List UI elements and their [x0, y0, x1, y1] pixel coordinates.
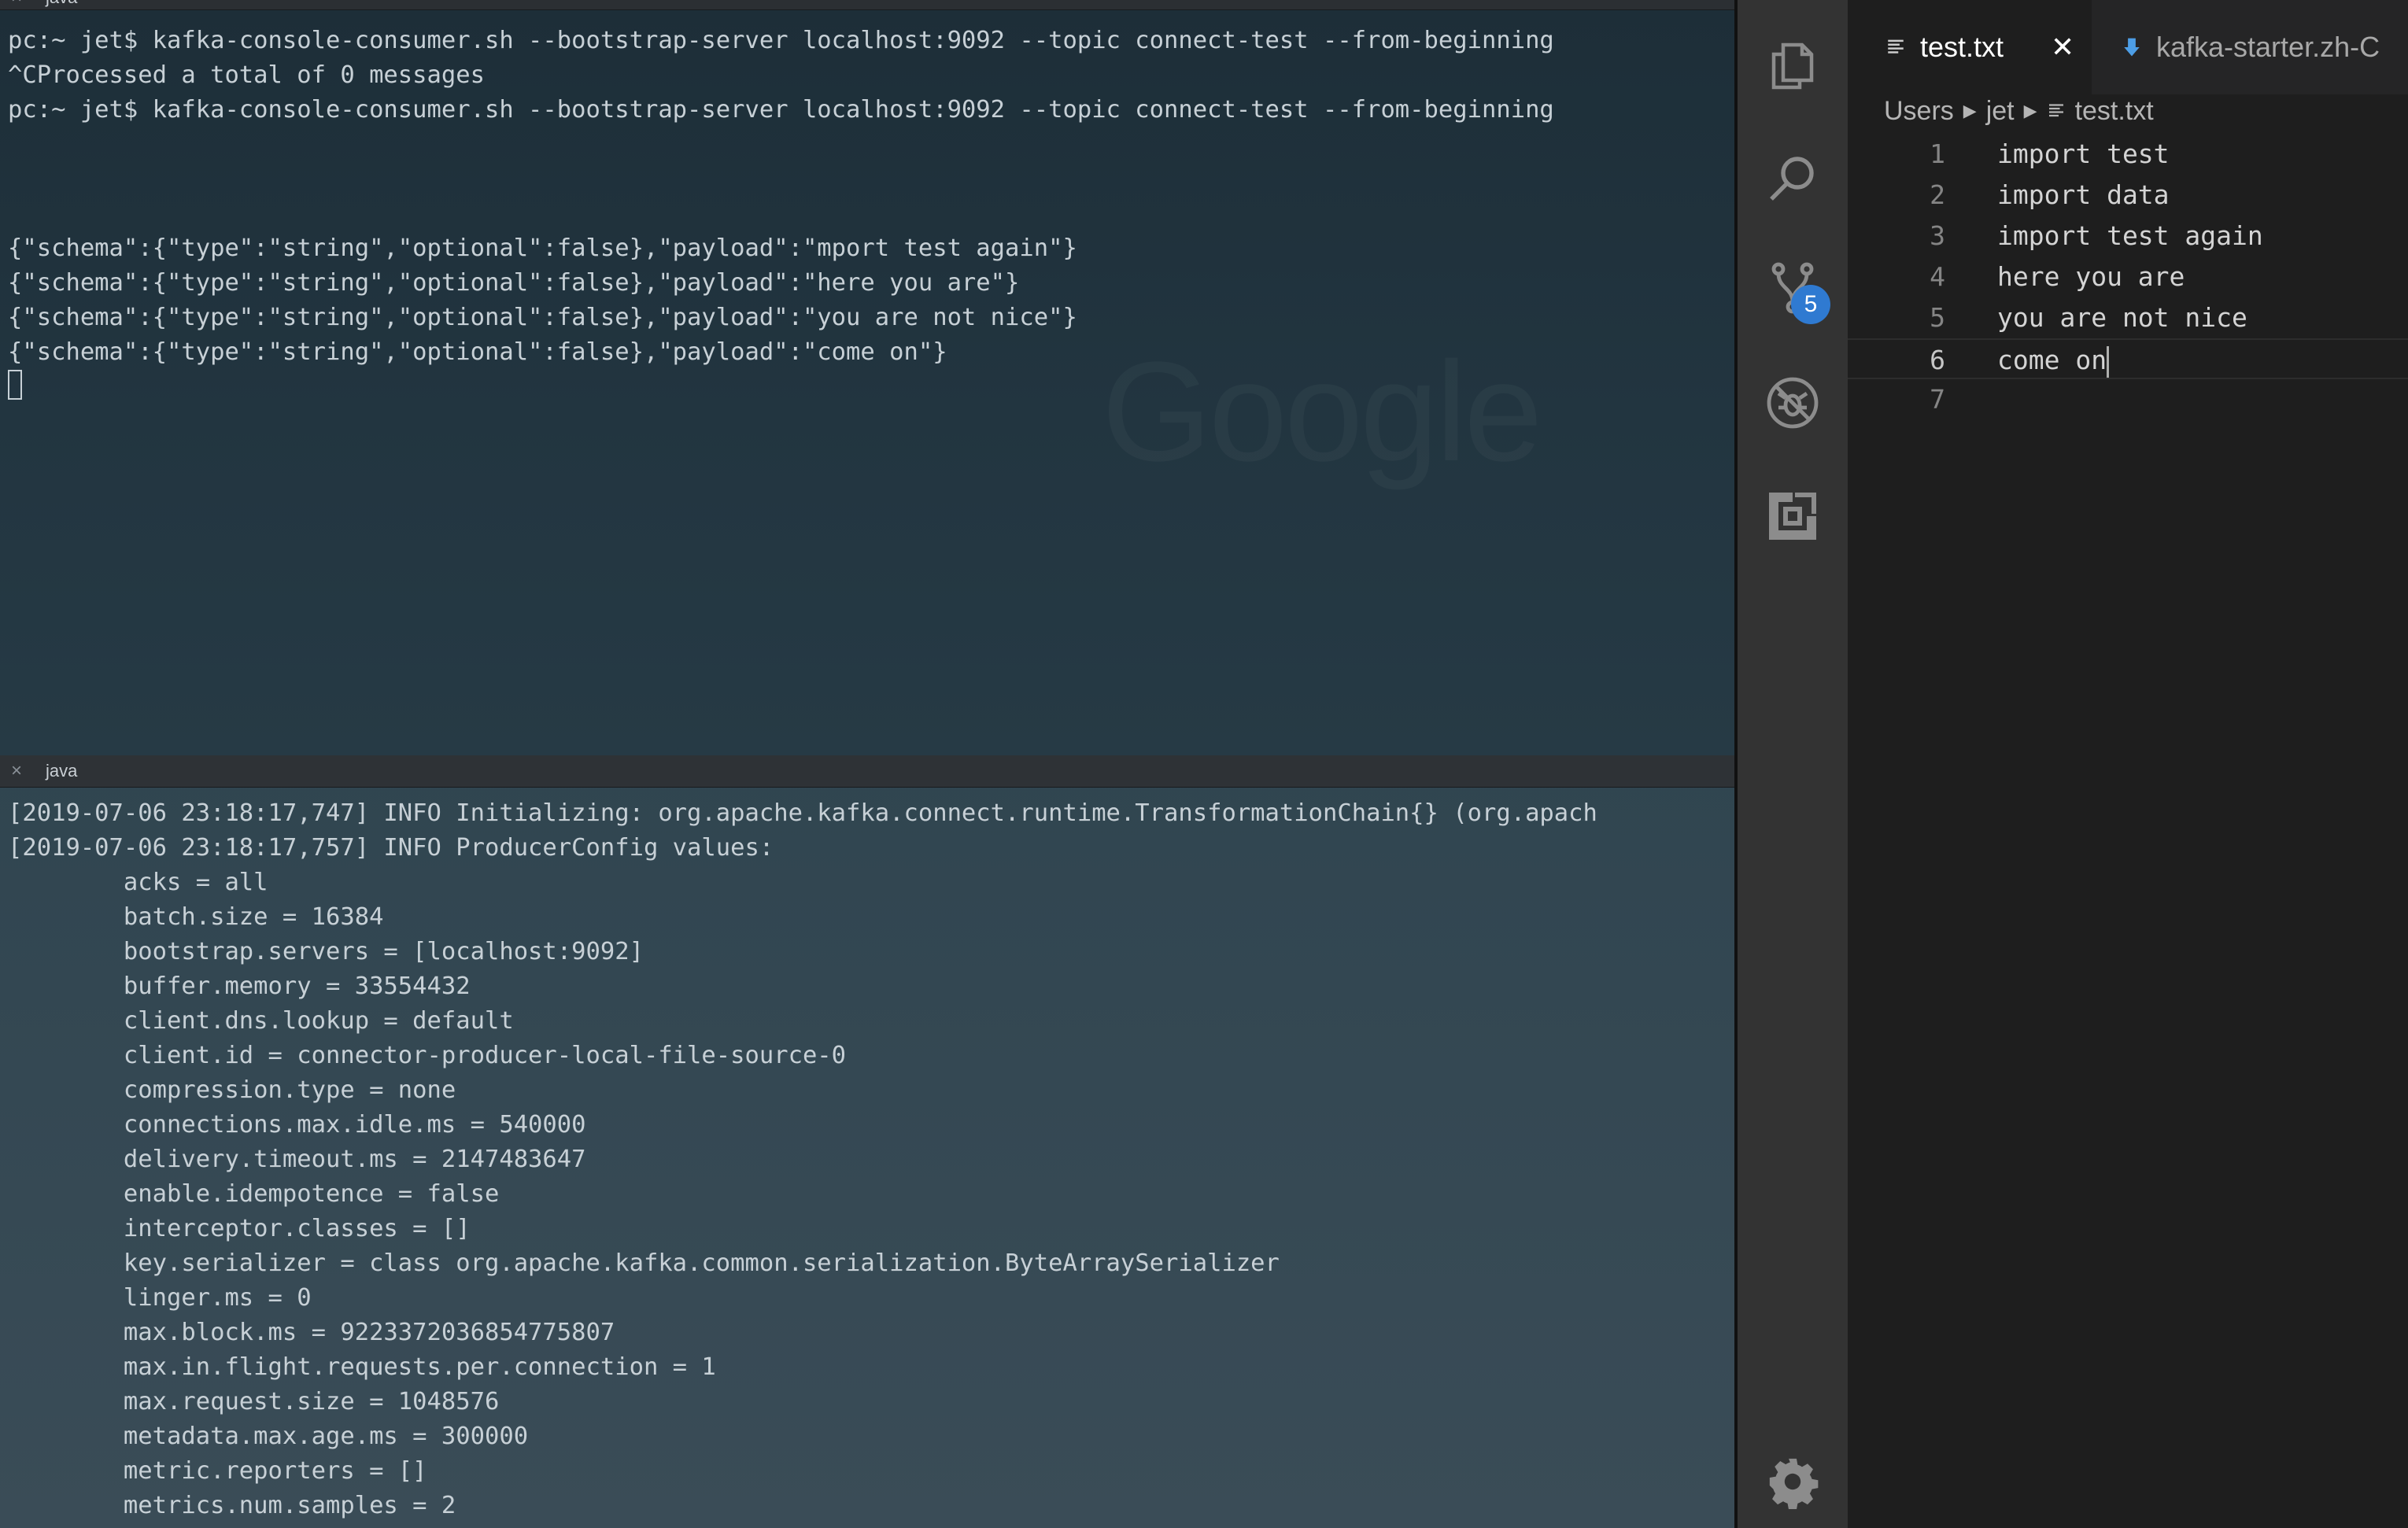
- line-number: 2: [1930, 179, 1945, 210]
- terminal-tab-title: java: [46, 761, 78, 781]
- tab-label: test.txt: [1920, 31, 2004, 63]
- breadcrumb-item[interactable]: Users: [1884, 96, 1954, 127]
- line-text: here you are: [1997, 261, 2185, 292]
- text-file-icon: [2048, 104, 2063, 117]
- terminal-line: delivery.timeout.ms = 2147483647: [8, 1146, 586, 1173]
- terminal-pane-bottom[interactable]: × java [2019-07-06 23:18:17,747] INFO In…: [0, 755, 1734, 1528]
- terminal-line: {"schema":{"type":"string","optional":fa…: [8, 304, 1077, 331]
- line-number: 5: [1930, 302, 1945, 333]
- extensions-icon[interactable]: [1738, 469, 1848, 563]
- code-area[interactable]: 1 import test 2 import data 3 import test aga…: [1848, 134, 2408, 420]
- terminal-line: client.id = connector-producer-local-fil…: [8, 1042, 847, 1069]
- terminal-cursor: [8, 370, 22, 400]
- terminal-tab-title: java: [46, 0, 77, 9]
- terminal-line: [2019-07-06 23:18:17,757] INFO ProducerC…: [8, 834, 774, 862]
- terminal-line: buffer.memory = 33554432: [8, 973, 471, 1000]
- code-line[interactable]: 1 import test: [1848, 134, 2408, 175]
- breadcrumb-item[interactable]: test.txt: [2075, 96, 2154, 127]
- files-icon[interactable]: [1738, 19, 1848, 113]
- tab-test-txt[interactable]: test.txt ✕: [1848, 0, 2092, 94]
- terminal-output-bottom: [2019-07-06 23:18:17,747] INFO Initializ…: [8, 796, 1597, 1523]
- chevron-right-icon: ▶: [1963, 101, 1977, 120]
- close-tab-icon[interactable]: ✕: [2051, 31, 2074, 64]
- code-line[interactable]: 6 come on: [1848, 338, 2408, 379]
- terminal-line: enable.idempotence = false: [8, 1180, 500, 1208]
- code-line[interactable]: 2 import data: [1848, 175, 2408, 216]
- terminal-pane-top[interactable]: Google × java pc:~ jet$ kafka-console-co…: [0, 0, 1734, 755]
- terminal-tab-top[interactable]: × java: [0, 0, 1734, 10]
- code-line[interactable]: 5 you are not nice: [1848, 297, 2408, 338]
- terminal-line: bootstrap.servers = [localhost:9092]: [8, 938, 644, 965]
- debug-icon[interactable]: [1738, 356, 1848, 450]
- editor-tab-bar: test.txt ✕ kafka-starter.zh-C: [1848, 0, 2408, 94]
- terminal-line: acks = all: [8, 869, 268, 896]
- source-control-icon[interactable]: 5: [1738, 241, 1848, 335]
- close-pane-icon[interactable]: ×: [11, 755, 22, 787]
- terminal-line: interceptor.classes = []: [8, 1215, 471, 1242]
- terminal-line: pc:~ jet$ kafka-console-consumer.sh --bo…: [8, 27, 1554, 54]
- terminal-line: linger.ms = 0: [8, 1284, 312, 1312]
- source-control-badge: 5: [1791, 285, 1830, 324]
- terminal-line: key.serializer = class org.apache.kafka.…: [8, 1249, 1280, 1277]
- terminal-area: Google × java pc:~ jet$ kafka-console-co…: [0, 0, 1734, 1528]
- terminal-line: client.dns.lookup = default: [8, 1007, 514, 1035]
- line-text: import data: [1997, 179, 2170, 210]
- terminal-line: max.request.size = 1048576: [8, 1388, 500, 1415]
- close-pane-icon[interactable]: ×: [11, 0, 22, 9]
- breadcrumb-item[interactable]: jet: [1986, 96, 2015, 127]
- terminal-line: connections.max.idle.ms = 540000: [8, 1111, 586, 1139]
- line-text: import test: [1997, 138, 2170, 169]
- terminal-output-top: pc:~ jet$ kafka-console-consumer.sh --bo…: [8, 24, 1554, 370]
- terminal-line: metadata.max.age.ms = 300000: [8, 1423, 529, 1450]
- terminal-line: ^CProcessed a total of 0 messages: [8, 61, 485, 89]
- code-line[interactable]: 7: [1848, 379, 2408, 420]
- terminal-line: metrics.num.samples = 2: [8, 1492, 456, 1519]
- terminal-line: {"schema":{"type":"string","optional":fa…: [8, 269, 1020, 297]
- markdown-file-icon: [2124, 38, 2140, 57]
- line-number: 3: [1930, 220, 1945, 251]
- code-line[interactable]: 4 here you are: [1848, 257, 2408, 297]
- terminal-line: pc:~ jet$ kafka-console-consumer.sh --bo…: [8, 96, 1554, 124]
- line-text: you are not nice: [1997, 302, 2247, 333]
- line-number: 6: [1930, 345, 1945, 375]
- terminal-line: [2019-07-06 23:18:17,747] INFO Initializ…: [8, 799, 1597, 827]
- terminal-line: max.block.ms = 9223372036854775807: [8, 1319, 615, 1346]
- tab-label: kafka-starter.zh-C: [2156, 31, 2380, 63]
- terminal-line: batch.size = 16384: [8, 903, 384, 931]
- terminal-line: {"schema":{"type":"string","optional":fa…: [8, 234, 1077, 262]
- line-text: import test again: [1997, 220, 2263, 251]
- line-number: 1: [1930, 138, 1945, 169]
- code-line[interactable]: 3 import test again: [1848, 216, 2408, 257]
- terminal-line: {"schema":{"type":"string","optional":fa…: [8, 338, 947, 366]
- line-number: 7: [1930, 384, 1945, 415]
- terminal-tab-bottom[interactable]: × java: [0, 755, 1734, 788]
- text-file-icon: [1888, 39, 1904, 54]
- line-number: 4: [1930, 261, 1945, 292]
- terminal-line: metric.reporters = []: [8, 1457, 427, 1485]
- terminal-line: max.in.flight.requests.per.connection = …: [8, 1353, 716, 1381]
- editor-panel: test.txt ✕ kafka-starter.zh-C Users ▶ je…: [1848, 0, 2408, 1528]
- tab-kafka-starter[interactable]: kafka-starter.zh-C: [2092, 0, 2408, 94]
- line-text: come on: [1997, 340, 2110, 381]
- chevron-right-icon: ▶: [2023, 101, 2037, 120]
- text-caret: [2107, 345, 2110, 378]
- gear-icon[interactable]: [1765, 1454, 1820, 1509]
- activity-bar: 5: [1738, 0, 1848, 1528]
- breadcrumb: Users ▶ jet ▶ test.txt: [1884, 91, 2154, 131]
- terminal-line: compression.type = none: [8, 1076, 456, 1104]
- search-icon[interactable]: [1738, 131, 1848, 225]
